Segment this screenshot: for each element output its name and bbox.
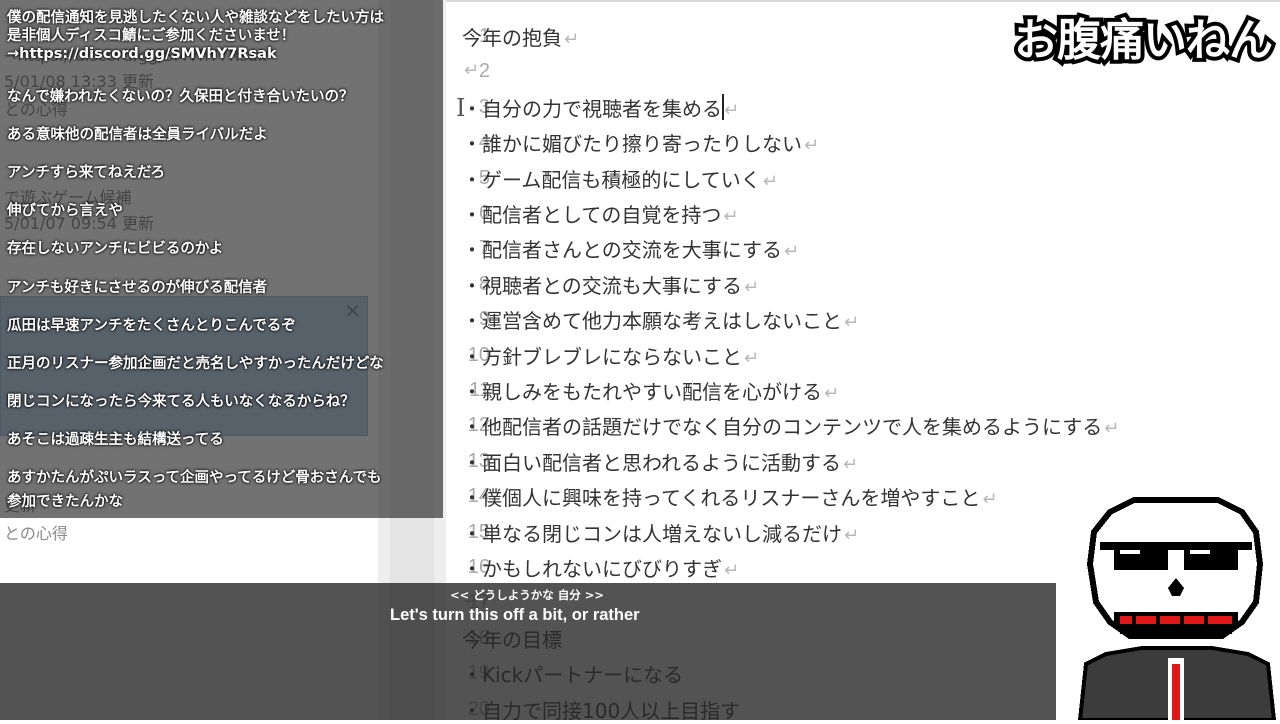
chat-message: ある意味他の配信者は全員ライバルだよ (7, 127, 268, 143)
return-mark-icon: ↵ (1104, 418, 1120, 440)
subtitle-english: Let's turn this off a bit, or rather (390, 606, 640, 624)
return-mark-icon: ↵ (723, 206, 739, 227)
return-mark-icon: ↵ (724, 560, 740, 581)
return-mark-icon: ↵ (464, 60, 480, 82)
editor-line[interactable]: 今年の抱負 ↵ (462, 22, 579, 51)
editor-line-text: ・自分の力で視聴者を集める (462, 96, 722, 121)
background-note-item: との心得 (4, 524, 68, 543)
return-mark-icon: ↵ (784, 241, 800, 263)
editor-line-text: ・配信者としての自覚を持つ (462, 203, 722, 227)
editor-line-text: ・視聴者との交流も大事にする (462, 273, 742, 298)
editor-line[interactable]: ・方針ブレブレにならないこと ↵ (462, 341, 759, 370)
chat-message: 伸びてから言えや (7, 203, 123, 219)
chat-message: なんで嫌われたくないの？久保田と付き合いたいの？ (7, 89, 354, 105)
editor-line-text: ・僕個人に興味を持ってくれるリスナーさんを増やすこと (462, 486, 981, 511)
editor-line-text: ・運営含めて他力本願な考えはしないこと (462, 309, 842, 334)
return-mark-icon: ↵ (744, 347, 760, 369)
editor-line[interactable]: ・自分の力で視聴者を集める ↵ (462, 93, 739, 122)
editor-line[interactable]: ・配信者としての自覚を持つ ↵ (462, 199, 739, 228)
chat-message: →https://discord.gg/SMVhY7Rsak (7, 46, 277, 62)
editor-line[interactable]: ・視聴者との交流も大事にする ↵ (462, 270, 759, 299)
return-mark-icon: ↵ (724, 99, 740, 121)
editor-line[interactable]: ・誰かに媚びたり擦り寄ったりしない ↵ (462, 128, 819, 157)
editor-line-text: ・親しみをもたれやすい配信を心がける (462, 380, 822, 404)
return-mark-icon: ↵ (762, 170, 778, 192)
editor-line-text: 今年の抱負 (462, 26, 562, 50)
editor-line[interactable]: ・僕個人に興味を持ってくれるリスナーさんを増やすこと ↵ (462, 482, 998, 511)
editor-line-text: ・かもしれないにびびりすぎ (462, 557, 722, 581)
editor-line[interactable]: ・運営含めて他力本願な考えはしないこと ↵ (462, 305, 859, 334)
editor-line[interactable]: ・面白い配信者と思われるように活動する ↵ (462, 447, 858, 476)
return-mark-icon: ↵ (824, 383, 840, 404)
return-mark-icon: ↵ (844, 312, 860, 334)
editor-line[interactable]: ・ゲーム配信も積極的にしていく ↵ (462, 164, 778, 193)
return-mark-icon: ↵ (564, 29, 580, 50)
ibeam-cursor-icon: I (456, 94, 466, 122)
chat-message: 閉じコンになったら今来てる人もいなくなるからね？ (7, 394, 355, 410)
chat-message: アンチも好きにさせるのが伸びる配信者 (7, 280, 268, 296)
chat-message: 正月のリスナー参加企画だと売名しやすかったんだけどな (7, 356, 384, 372)
subtitle-japanese: << どうしようかな 自分 >> (449, 588, 605, 602)
chat-message: 是非個人ディスコ鯖にご参加くださいませ！ (7, 28, 296, 44)
editor-line-text: ・他配信者の話題だけでなく自分のコンテンツで人を集めるようにする (462, 415, 1103, 440)
subtitle-bar: << どうしようかな 自分 >> Let's turn this off a b… (0, 583, 1056, 720)
editor-line-text: ・ゲーム配信も積極的にしていく (462, 167, 761, 192)
editor-line[interactable]: ・配信者さんとの交流を大事にする ↵ (462, 234, 799, 263)
text-caret (722, 93, 724, 120)
chat-message: あそこは過疎生主も結構送ってる (7, 432, 224, 448)
return-mark-icon: ↵ (844, 524, 860, 546)
chat-message: あすかたんがぷいラスって企画やってるけど骨おさんでも (7, 470, 382, 486)
return-mark-icon: ↵ (804, 135, 820, 157)
editor-line[interactable]: ↵ (462, 57, 479, 81)
chat-message: 瓜田は早速アンチをたくさんとりこんでるぞ (7, 318, 296, 334)
chat-message: アンチすら来てねえだろ (7, 165, 166, 181)
editor-line-text: ・誰かに媚びたり擦り寄ったりしない (462, 132, 802, 157)
chat-message: 存在しないアンチにビビるのかよ (7, 241, 224, 257)
editor-line-text: ・配信者さんとの交流を大事にする (462, 238, 782, 263)
editor-line[interactable]: ・単なる閉じコンは人増えないし減るだけ ↵ (462, 518, 859, 547)
editor-line[interactable]: ・他配信者の話題だけでなく自分のコンテンツで人を集めるようにする ↵ (462, 411, 1119, 440)
editor-line-text: ・方針ブレブレにならないこと (462, 344, 742, 369)
return-mark-icon: ↵ (744, 276, 760, 298)
editor-line-text: ・単なる閉じコンは人増えないし減るだけ (462, 521, 842, 546)
return-mark-icon: ↵ (843, 453, 859, 475)
skeleton-avatar (1077, 497, 1277, 720)
editor-line-text: ・面白い配信者と思われるように活動する (462, 450, 841, 475)
return-mark-icon: ↵ (982, 489, 998, 511)
chat-overlay: 僕の配信通知を見逃したくない人や雑談などをしたい方は 是非個人ディスコ鯖にご参加く… (0, 0, 443, 518)
editor-line[interactable]: ・親しみをもたれやすい配信を心がける ↵ (462, 376, 839, 405)
chat-message: 参加できたんかな (7, 494, 123, 510)
stream-title: お腹痛いねん (1010, 11, 1277, 70)
editor-line[interactable]: ・かもしれないにびびりすぎ ↵ (462, 553, 739, 582)
